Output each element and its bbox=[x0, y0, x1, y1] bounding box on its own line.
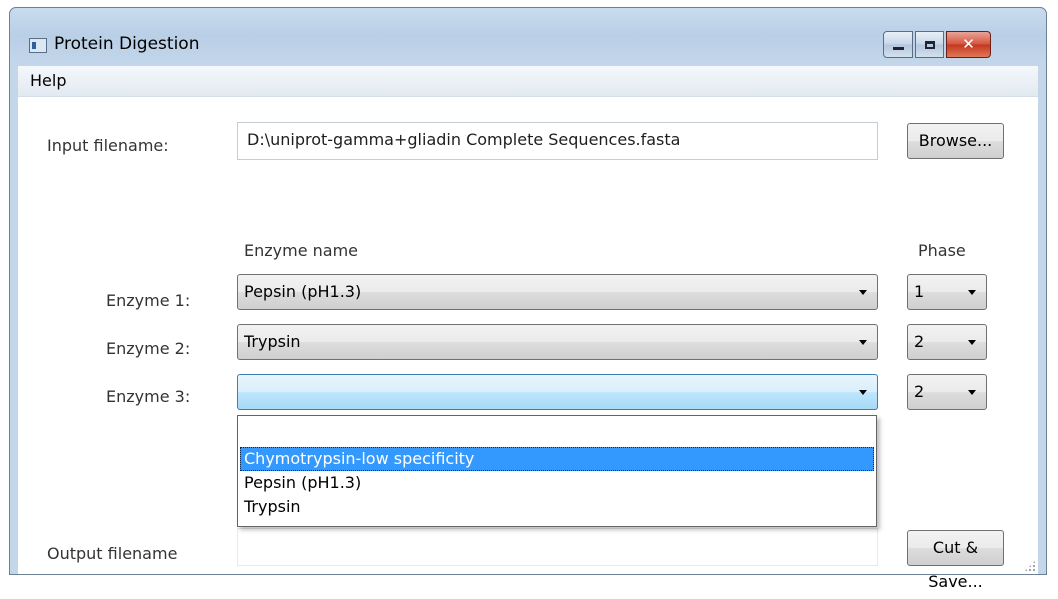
enzyme-1-label: Enzyme 1: bbox=[106, 291, 191, 310]
phase-1-combo[interactable]: 1 bbox=[907, 274, 987, 310]
cut-save-button[interactable]: Cut & Save... bbox=[907, 530, 1004, 591]
minimize-icon bbox=[892, 47, 904, 50]
enzyme-1-combo[interactable]: Pepsin (pH1.3) bbox=[237, 274, 878, 310]
close-icon: ✕ bbox=[962, 35, 975, 53]
enzyme-2-value: Trypsin bbox=[244, 332, 301, 351]
chevron-down-icon bbox=[859, 290, 867, 295]
chevron-down-icon bbox=[968, 290, 976, 295]
menu-bar: Help bbox=[18, 66, 1038, 97]
dropdown-option-empty[interactable] bbox=[240, 420, 874, 444]
close-button[interactable]: ✕ bbox=[946, 31, 991, 58]
enzyme-3-label: Enzyme 3: bbox=[106, 387, 191, 406]
output-filename-field[interactable] bbox=[237, 528, 878, 566]
output-filename-label: Output filename bbox=[47, 544, 178, 563]
menu-item-help[interactable]: Help bbox=[30, 71, 66, 90]
input-filename-label: Input filename: bbox=[47, 136, 169, 155]
client-area: Help Input filename: D:\uniprot-gamma+gl… bbox=[18, 66, 1038, 591]
app-icon bbox=[29, 38, 47, 53]
chevron-down-icon bbox=[968, 340, 976, 345]
maximize-icon bbox=[924, 40, 935, 49]
enzyme-2-label: Enzyme 2: bbox=[106, 339, 191, 358]
phase-header: Phase bbox=[918, 241, 966, 260]
chevron-down-icon bbox=[968, 390, 976, 395]
app-window: Protein Digestion ✕ Help Input filename:… bbox=[9, 7, 1047, 591]
phase-2-combo[interactable]: 2 bbox=[907, 324, 987, 360]
dropdown-option-pepsin[interactable]: Pepsin (pH1.3) bbox=[240, 471, 874, 495]
maximize-button[interactable] bbox=[915, 31, 944, 58]
enzyme-3-combo[interactable] bbox=[237, 374, 878, 410]
enzyme-2-combo[interactable]: Trypsin bbox=[237, 324, 878, 360]
resize-grip-icon[interactable] bbox=[1024, 560, 1036, 572]
enzyme-1-value: Pepsin (pH1.3) bbox=[244, 282, 362, 301]
dropdown-option-chymotrypsin[interactable]: Chymotrypsin-low specificity bbox=[240, 447, 874, 471]
chevron-down-icon bbox=[859, 390, 867, 395]
phase-3-combo[interactable]: 2 bbox=[907, 374, 987, 410]
input-filename-field[interactable]: D:\uniprot-gamma+gliadin Complete Sequen… bbox=[237, 122, 878, 160]
enzyme-name-header: Enzyme name bbox=[244, 241, 359, 260]
title-bar[interactable]: Protein Digestion ✕ bbox=[10, 8, 1046, 66]
chevron-down-icon bbox=[859, 340, 867, 345]
browse-button[interactable]: Browse... bbox=[907, 123, 1004, 159]
phase-3-value: 2 bbox=[914, 382, 925, 401]
phase-2-value: 2 bbox=[914, 332, 925, 351]
dropdown-option-trypsin[interactable]: Trypsin bbox=[240, 495, 874, 519]
phase-1-value: 1 bbox=[914, 282, 925, 301]
minimize-button[interactable] bbox=[883, 31, 913, 58]
enzyme-3-dropdown-list: Chymotrypsin-low specificity Pepsin (pH1… bbox=[237, 415, 877, 527]
window-title: Protein Digestion bbox=[54, 34, 200, 54]
